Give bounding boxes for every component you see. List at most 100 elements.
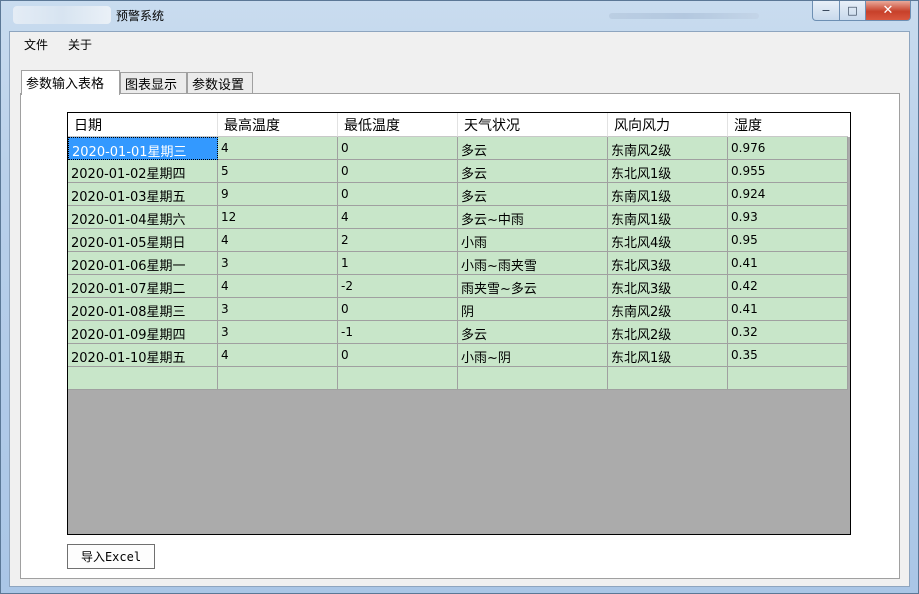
cell-min-temp[interactable]: 0 <box>338 137 458 160</box>
cell-max-temp[interactable]: 5 <box>218 160 338 183</box>
cell-date[interactable] <box>68 367 218 390</box>
cell-min-temp[interactable]: 0 <box>338 298 458 321</box>
cell-max-temp[interactable] <box>218 367 338 390</box>
column-header-humidity[interactable]: 湿度 <box>728 113 848 137</box>
table-row[interactable]: 2020-01-04星期六 12 4 多云~中雨 东南风1级 0.93 <box>68 206 850 229</box>
cell-humidity[interactable]: 0.95 <box>728 229 848 252</box>
cell-date[interactable]: 2020-01-09星期四 <box>68 321 218 344</box>
cell-humidity[interactable]: 0.93 <box>728 206 848 229</box>
cell-humidity[interactable]: 0.41 <box>728 298 848 321</box>
menu-about[interactable]: 关于 <box>68 36 92 53</box>
cell-humidity[interactable]: 0.976 <box>728 137 848 160</box>
cell-wind[interactable]: 东北风3级 <box>608 275 728 298</box>
column-header-weather[interactable]: 天气状况 <box>458 113 608 137</box>
cell-min-temp[interactable]: 0 <box>338 183 458 206</box>
table-row[interactable]: 2020-01-05星期日 4 2 小雨 东北风4级 0.95 <box>68 229 850 252</box>
column-header-max-temp[interactable]: 最高温度 <box>218 113 338 137</box>
cell-date[interactable]: 2020-01-08星期三 <box>68 298 218 321</box>
cell-wind[interactable]: 东南风1级 <box>608 183 728 206</box>
column-header-wind[interactable]: 风向风力 <box>608 113 728 137</box>
cell-max-temp[interactable]: 4 <box>218 275 338 298</box>
close-icon: ✕ <box>882 3 894 18</box>
cell-min-temp[interactable] <box>338 367 458 390</box>
new-row[interactable] <box>68 367 850 390</box>
minimize-icon: − <box>821 4 831 17</box>
cell-min-temp[interactable]: 4 <box>338 206 458 229</box>
cell-min-temp[interactable]: 0 <box>338 344 458 367</box>
cell-date[interactable]: 2020-01-04星期六 <box>68 206 218 229</box>
cell-date[interactable]: 2020-01-10星期五 <box>68 344 218 367</box>
cell-max-temp[interactable]: 3 <box>218 252 338 275</box>
tab-parameter-settings[interactable]: 参数设置 <box>187 72 253 93</box>
cell-weather[interactable]: 多云 <box>458 137 608 160</box>
cell-weather[interactable]: 多云 <box>458 160 608 183</box>
maximize-icon: □ <box>847 4 858 17</box>
close-button[interactable]: ✕ <box>865 1 911 21</box>
cell-max-temp[interactable]: 12 <box>218 206 338 229</box>
tab-chart-display[interactable]: 图表显示 <box>120 72 187 93</box>
cell-humidity[interactable]: 0.955 <box>728 160 848 183</box>
cell-min-temp[interactable]: 1 <box>338 252 458 275</box>
cell-weather[interactable] <box>458 367 608 390</box>
cell-min-temp[interactable]: -2 <box>338 275 458 298</box>
cell-max-temp[interactable]: 4 <box>218 229 338 252</box>
tab-parameter-input-table[interactable]: 参数输入表格 <box>21 70 120 95</box>
cell-weather[interactable]: 小雨~雨夹雪 <box>458 252 608 275</box>
cell-weather[interactable]: 小雨~阴 <box>458 344 608 367</box>
cell-max-temp[interactable]: 3 <box>218 321 338 344</box>
cell-min-temp[interactable]: 2 <box>338 229 458 252</box>
table-row[interactable]: 2020-01-10星期五 4 0 小雨~阴 东北风1级 0.35 <box>68 344 850 367</box>
cell-weather[interactable]: 多云 <box>458 321 608 344</box>
column-header-date[interactable]: 日期 <box>68 113 218 137</box>
table-row[interactable]: 2020-01-08星期三 3 0 阴东南风2级 0.41 <box>68 298 850 321</box>
window-frame: 预警系统 − □ ✕ 文件 关于 参数输入表格 图表显示 参数设置 日期 最高温… <box>0 0 919 594</box>
cell-wind[interactable]: 东北风4级 <box>608 229 728 252</box>
cell-weather[interactable]: 小雨 <box>458 229 608 252</box>
cell-weather[interactable]: 多云~中雨 <box>458 206 608 229</box>
table-row[interactable]: 2020-01-03星期五 9 0 多云 东南风1级 0.924 <box>68 183 850 206</box>
data-grid[interactable]: 日期 最高温度 最低温度 天气状况 风向风力 湿度 2020-01-01星期三 4… <box>67 112 851 535</box>
table-row[interactable]: 2020-01-01星期三 4 0 多云 东南风2级 0.976 <box>68 137 850 160</box>
cell-date[interactable]: 2020-01-07星期二 <box>68 275 218 298</box>
maximize-button[interactable]: □ <box>839 1 866 21</box>
menu-bar: 文件 关于 <box>10 32 909 54</box>
cell-wind[interactable]: 东北风1级 <box>608 344 728 367</box>
table-row[interactable]: 2020-01-07星期二 4 -2 雨夹雪~多云 东北风3级 0.42 <box>68 275 850 298</box>
cell-humidity[interactable]: 0.924 <box>728 183 848 206</box>
cell-weather[interactable]: 雨夹雪~多云 <box>458 275 608 298</box>
cell-max-temp[interactable]: 9 <box>218 183 338 206</box>
cell-wind[interactable]: 东北风3级 <box>608 252 728 275</box>
menu-file[interactable]: 文件 <box>24 36 48 53</box>
cell-date[interactable]: 2020-01-06星期一 <box>68 252 218 275</box>
cell-weather[interactable]: 阴 <box>458 298 608 321</box>
cell-date[interactable]: 2020-01-05星期日 <box>68 229 218 252</box>
grid-header: 日期 最高温度 最低温度 天气状况 风向风力 湿度 <box>68 113 850 137</box>
minimize-button[interactable]: − <box>812 1 840 21</box>
cell-min-temp[interactable]: 0 <box>338 160 458 183</box>
import-excel-button[interactable]: 导入Excel <box>67 544 155 569</box>
cell-min-temp[interactable]: -1 <box>338 321 458 344</box>
cell-wind[interactable]: 东南风2级 <box>608 298 728 321</box>
cell-max-temp[interactable]: 4 <box>218 137 338 160</box>
cell-date[interactable]: 2020-01-01星期三 <box>68 137 218 160</box>
cell-humidity[interactable] <box>728 367 848 390</box>
cell-date[interactable]: 2020-01-03星期五 <box>68 183 218 206</box>
title-bar[interactable]: 预警系统 − □ ✕ <box>1 1 918 31</box>
cell-wind[interactable]: 东南风1级 <box>608 206 728 229</box>
table-row[interactable]: 2020-01-02星期四 5 0 多云 东北风1级 0.955 <box>68 160 850 183</box>
cell-wind[interactable]: 东北风1级 <box>608 160 728 183</box>
table-row[interactable]: 2020-01-09星期四 3 -1 多云 东北风2级 0.32 <box>68 321 850 344</box>
cell-wind[interactable]: 东北风2级 <box>608 321 728 344</box>
cell-max-temp[interactable]: 4 <box>218 344 338 367</box>
cell-humidity[interactable]: 0.35 <box>728 344 848 367</box>
cell-wind[interactable] <box>608 367 728 390</box>
cell-max-temp[interactable]: 3 <box>218 298 338 321</box>
column-header-min-temp[interactable]: 最低温度 <box>338 113 458 137</box>
cell-weather[interactable]: 多云 <box>458 183 608 206</box>
cell-humidity[interactable]: 0.32 <box>728 321 848 344</box>
cell-date[interactable]: 2020-01-02星期四 <box>68 160 218 183</box>
table-row[interactable]: 2020-01-06星期一 3 1 小雨~雨夹雪 东北风3级 0.41 <box>68 252 850 275</box>
cell-humidity[interactable]: 0.42 <box>728 275 848 298</box>
cell-wind[interactable]: 东南风2级 <box>608 137 728 160</box>
cell-humidity[interactable]: 0.41 <box>728 252 848 275</box>
